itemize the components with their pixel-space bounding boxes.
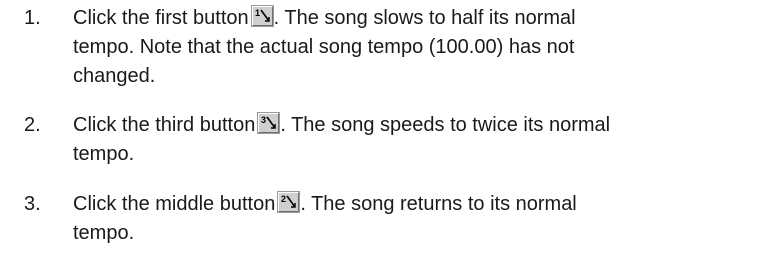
- step-number: 2.: [24, 114, 41, 136]
- step-text-before: Click the third button: [73, 114, 256, 136]
- step-line: Click the third button 3 . The song spee…: [73, 111, 763, 140]
- step-line: Click the middle button 2 . The song ret…: [73, 190, 763, 219]
- icon-digit: 1: [255, 8, 260, 18]
- step-text-after: . The song slows to half its normal: [273, 7, 576, 29]
- step-line: tempo. Note that the actual song tempo (…: [73, 36, 575, 58]
- icon-digit: 3: [261, 115, 266, 125]
- step-number: 1.: [24, 7, 41, 29]
- step-text-after: . The song speeds to twice its normal: [280, 114, 611, 136]
- step-line: changed.: [73, 65, 156, 87]
- step-text-before: Click the middle button: [73, 193, 276, 215]
- step-text: Click the middle button 2 . The song ret…: [73, 190, 763, 248]
- step-line: Click the first button 1 . The song slow…: [73, 4, 763, 33]
- tempo-half-icon: 1: [251, 6, 273, 26]
- step-text-before: Click the first button: [73, 7, 249, 29]
- step-line: tempo.: [73, 143, 135, 165]
- instruction-document: 1. Click the first button 1 . The song s…: [0, 0, 775, 263]
- step-text: Click the first button 1 . The song slow…: [73, 4, 763, 91]
- step-number: 3.: [24, 193, 41, 215]
- step-line: tempo.: [73, 222, 135, 244]
- icon-digit: 2: [281, 194, 286, 204]
- tempo-double-icon: 3: [258, 113, 280, 133]
- tempo-normal-icon: 2: [278, 192, 300, 212]
- step-text-after: . The song returns to its normal: [300, 193, 577, 215]
- step-text: Click the third button 3 . The song spee…: [73, 111, 763, 169]
